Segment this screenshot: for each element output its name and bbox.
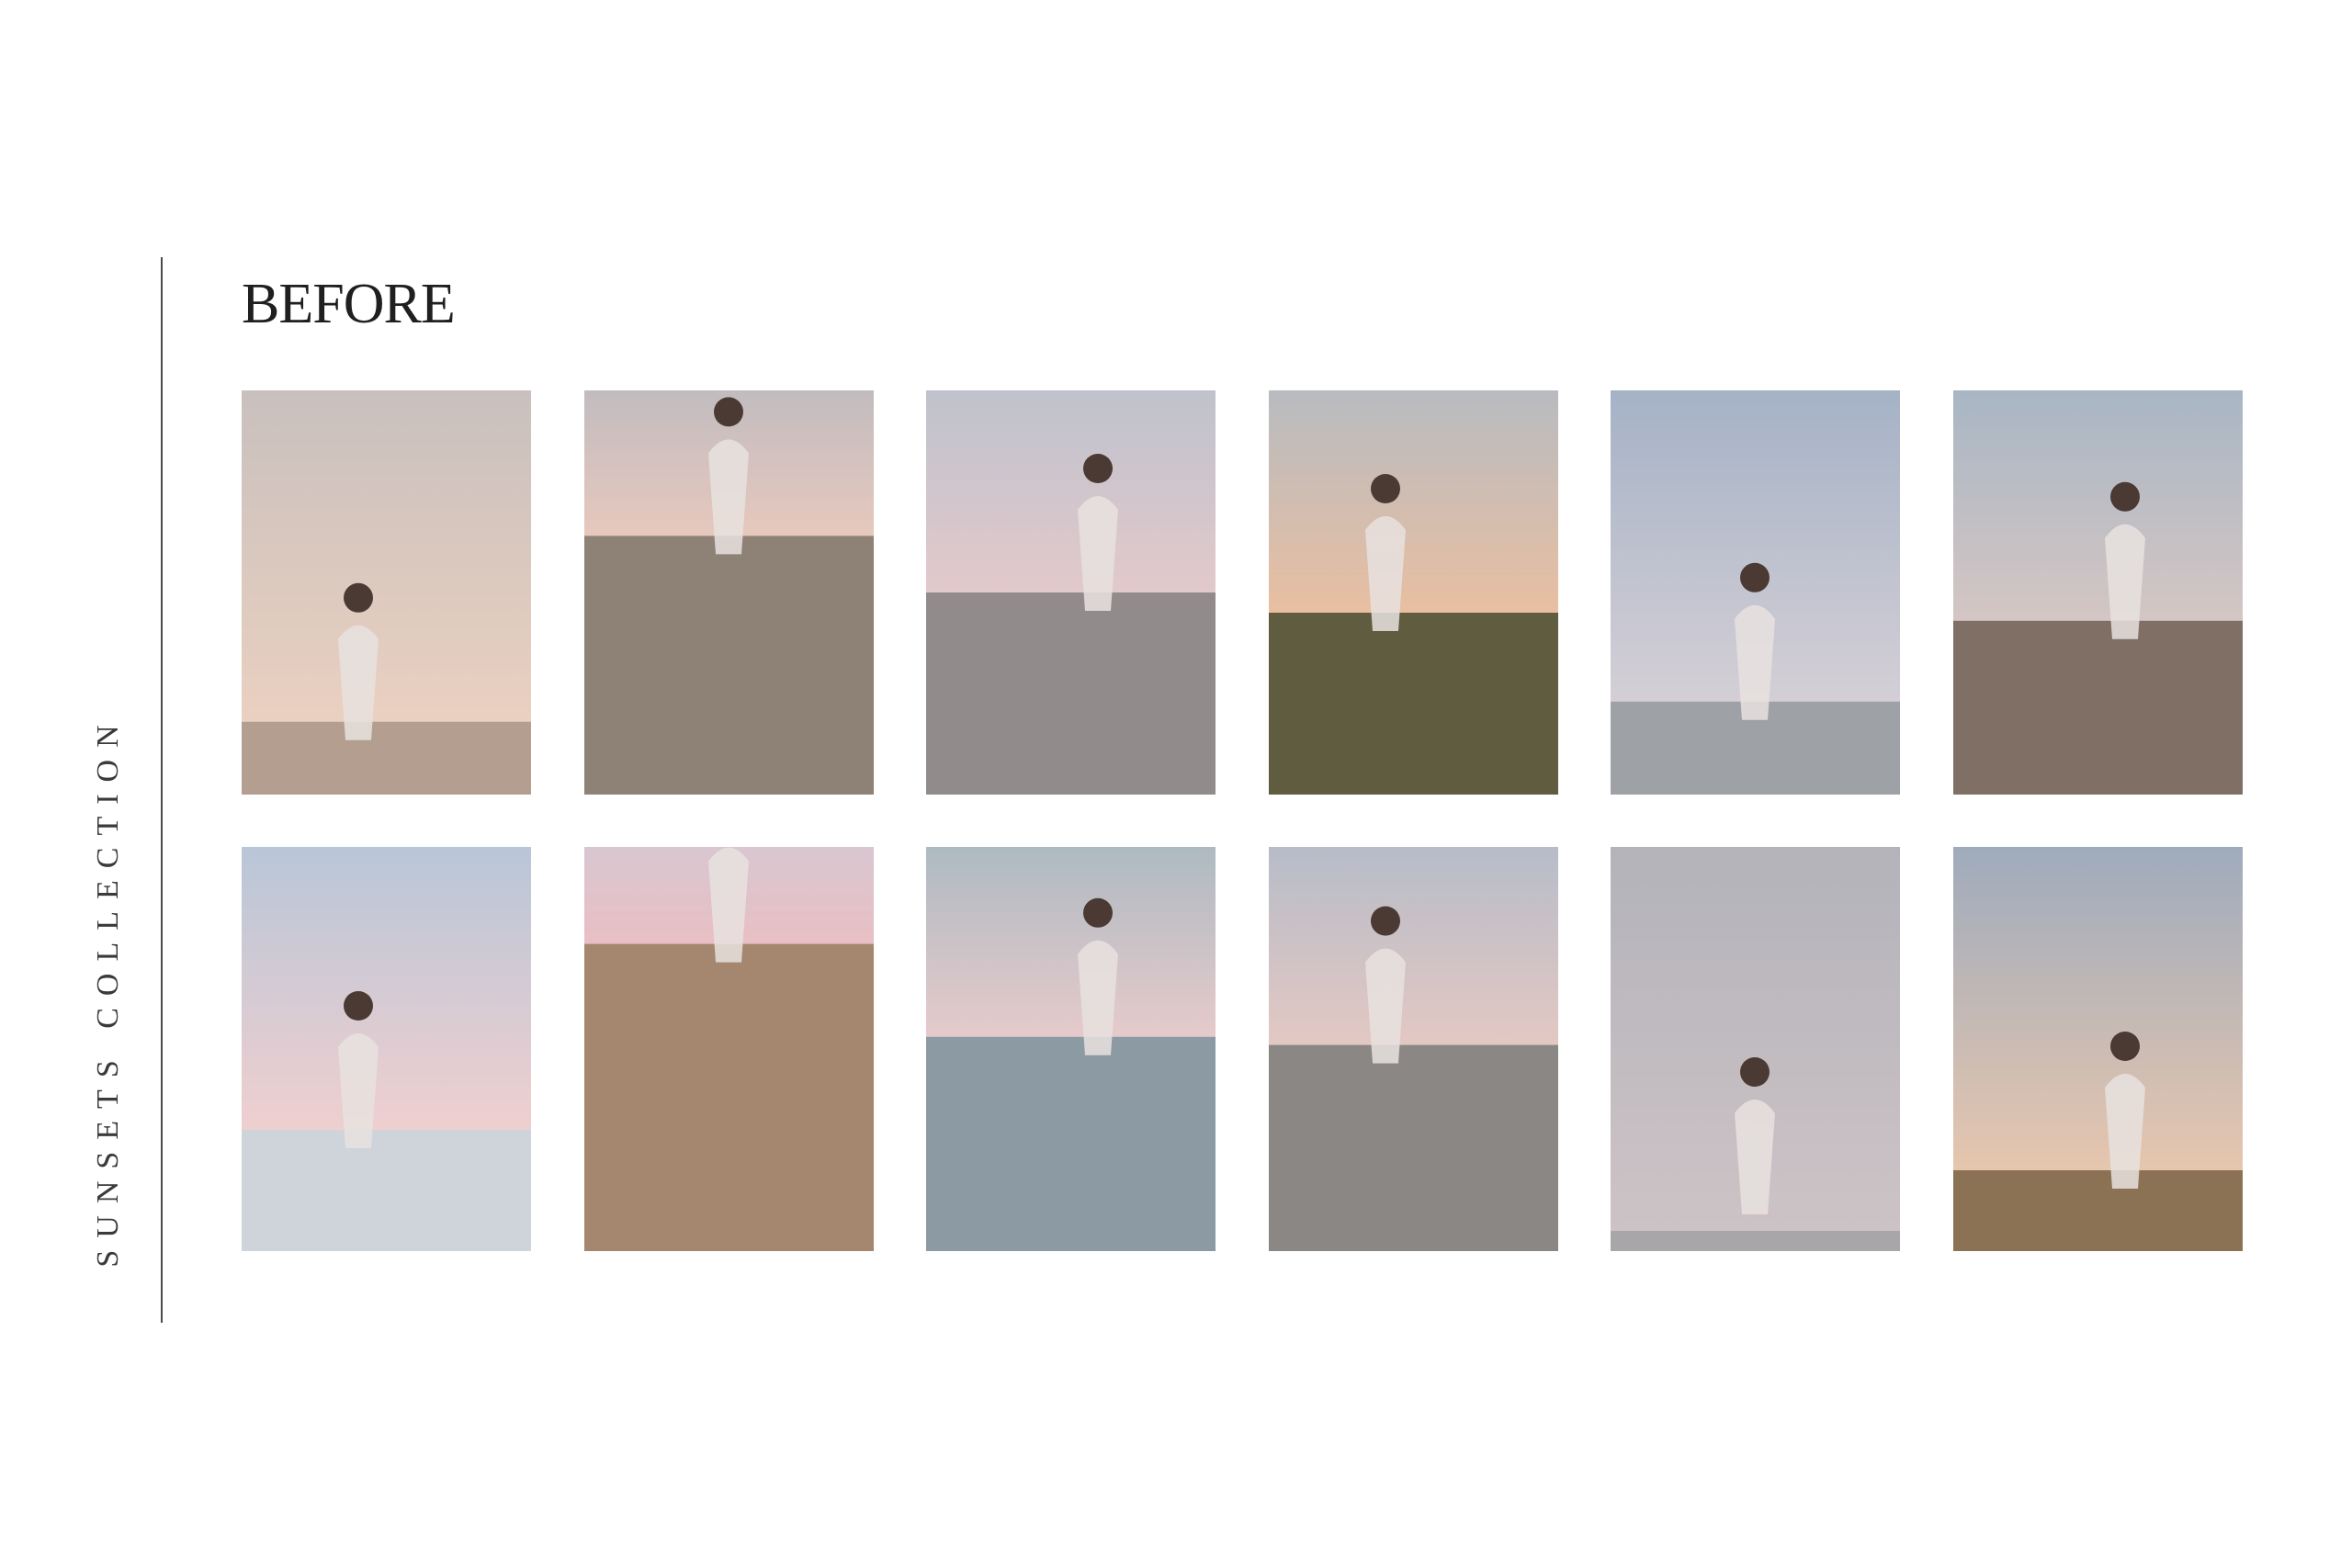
photo-sky bbox=[242, 390, 531, 722]
photo-figure-head bbox=[1370, 474, 1400, 503]
photo-sky bbox=[1952, 390, 2243, 621]
photo-woman-jumping-with-rainbow bbox=[1611, 847, 1901, 1251]
photo-image bbox=[1952, 847, 2243, 1251]
photo-figure-head bbox=[1083, 454, 1114, 483]
photo-sky bbox=[1268, 847, 1558, 1045]
photo-image bbox=[1268, 390, 1558, 795]
photo-figure-head bbox=[2109, 481, 2140, 512]
vertical-divider bbox=[161, 257, 163, 1323]
photo-woman-white-dress-on-pier bbox=[926, 390, 1216, 795]
photo-image bbox=[242, 847, 531, 1251]
photo-woman-hair-flowing-in-grass bbox=[1952, 847, 2243, 1251]
photo-figure-head bbox=[2109, 1032, 2140, 1061]
photo-woman-white-sweater-portrait bbox=[1268, 390, 1558, 795]
photo-woman-beach-city-skyline bbox=[1952, 390, 2243, 795]
photo-sky bbox=[1952, 847, 2243, 1170]
photo-figure-head bbox=[1083, 897, 1114, 928]
photo-figure-head bbox=[1740, 562, 1770, 592]
photo-ground bbox=[1268, 1044, 1558, 1251]
photo-ground bbox=[1952, 1170, 2243, 1251]
photo-figure-head bbox=[344, 582, 373, 613]
photo-image bbox=[926, 390, 1216, 795]
photo-ground bbox=[1952, 620, 2243, 795]
photo-figure-head bbox=[1740, 1057, 1770, 1087]
photo-woman-sitting-on-dock bbox=[1268, 847, 1558, 1251]
photo-ground bbox=[583, 943, 874, 1251]
photo-sky bbox=[1268, 390, 1558, 613]
photo-grid bbox=[242, 390, 2243, 1251]
photo-image bbox=[1952, 390, 2243, 795]
photo-image bbox=[926, 847, 1216, 1251]
photo-ground bbox=[926, 1036, 1216, 1251]
photo-two-women-holding-hands-beach bbox=[242, 390, 531, 795]
photo-sky bbox=[926, 847, 1216, 1037]
photo-figure-head bbox=[713, 397, 743, 427]
photo-figure-head bbox=[1370, 906, 1400, 936]
photo-sky bbox=[242, 847, 531, 1130]
photo-image bbox=[1611, 847, 1901, 1251]
photo-image bbox=[1611, 390, 1901, 795]
photo-woman-sitting-on-sand-portrait bbox=[583, 847, 874, 1251]
photo-ground bbox=[1268, 613, 1558, 795]
photo-image bbox=[1268, 847, 1558, 1251]
photo-woman-with-hat-on-sand bbox=[583, 390, 874, 795]
photo-woman-jeans-on-dock-birds bbox=[1611, 390, 1901, 795]
photo-hand-holding-white-flowers bbox=[242, 847, 531, 1251]
photo-figure-head bbox=[344, 991, 373, 1021]
photo-sky bbox=[926, 390, 1216, 592]
photo-ground bbox=[583, 536, 874, 795]
photo-image bbox=[583, 390, 874, 795]
photo-ground bbox=[242, 721, 531, 795]
page-title: BEFORE bbox=[242, 273, 456, 335]
photo-image bbox=[583, 847, 874, 1251]
photo-image bbox=[242, 390, 531, 795]
photo-ground bbox=[242, 1130, 531, 1251]
photo-ground bbox=[1611, 1231, 1901, 1251]
collection-label: SUNSETS COLLECTION bbox=[91, 713, 125, 1268]
photo-woman-dancing-in-water bbox=[926, 847, 1216, 1251]
photo-ground bbox=[926, 592, 1216, 795]
